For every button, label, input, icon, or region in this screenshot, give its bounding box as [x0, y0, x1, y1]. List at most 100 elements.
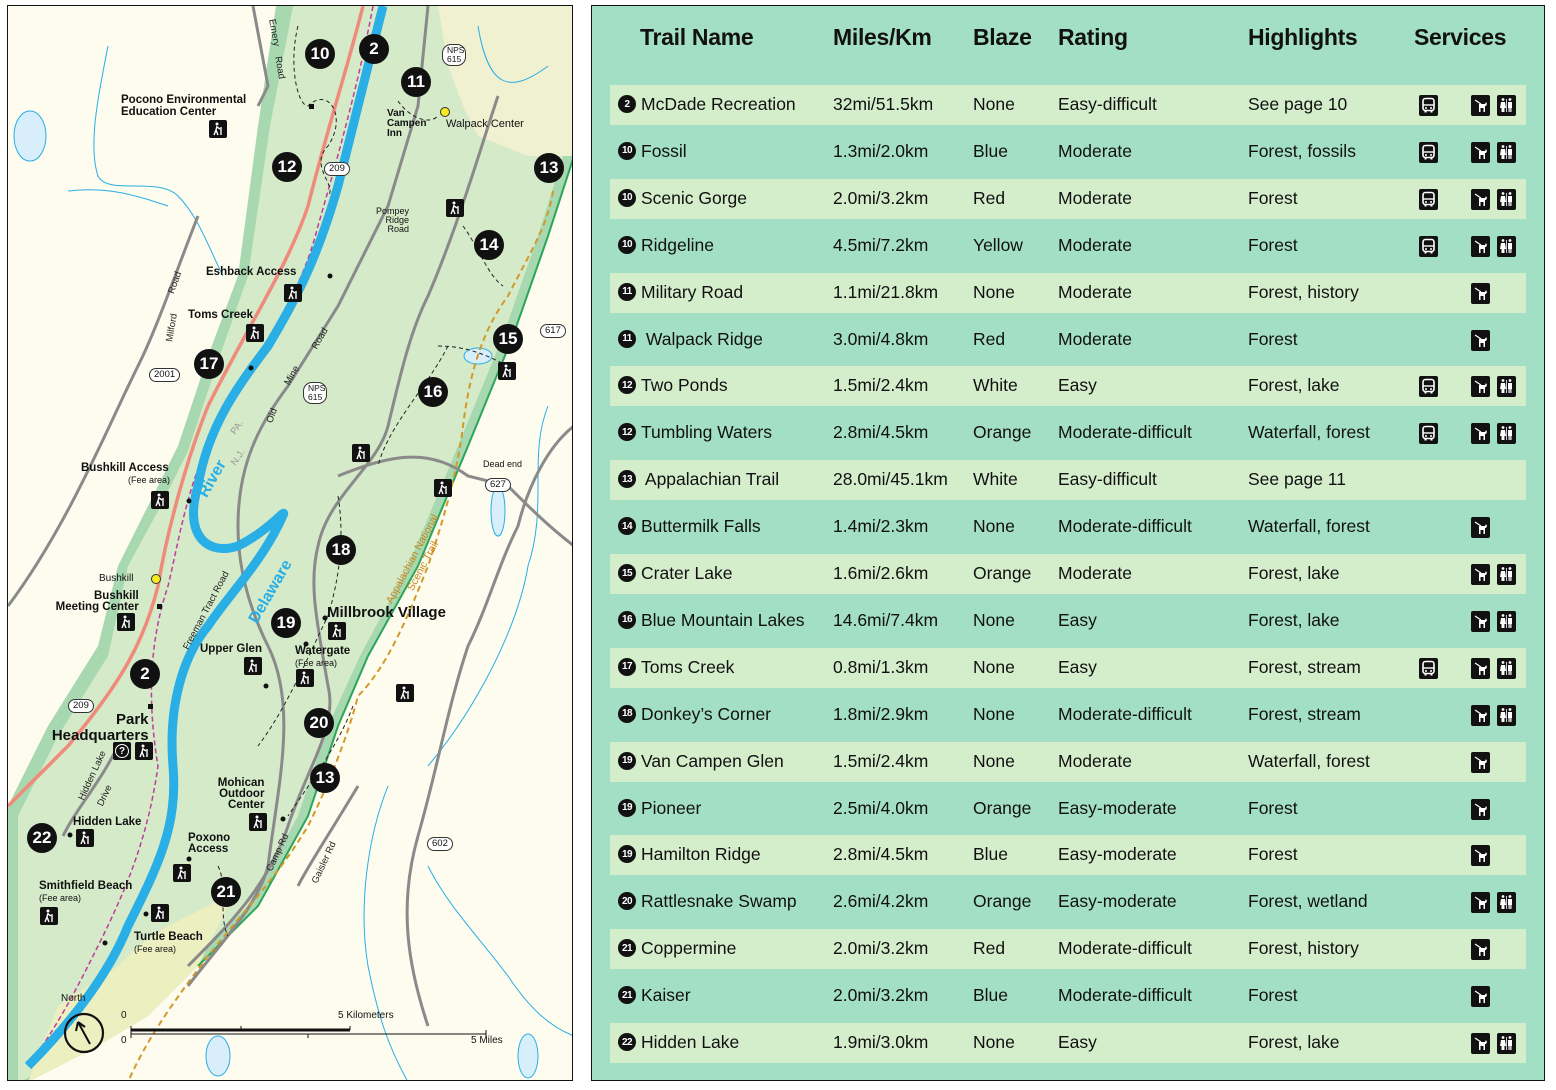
hiker-icon[interactable] [151, 904, 169, 922]
trail-marker[interactable]: 12 [272, 152, 302, 182]
trail-marker[interactable]: 13 [310, 763, 340, 793]
table-row[interactable]: 13 Appalachian Trail 28.0mi/45.1km White Ea… [610, 460, 1526, 501]
restroom-icon [1497, 188, 1516, 210]
leashed-pet-icon [1471, 704, 1490, 726]
table-row[interactable]: 22 Hidden Lake 1.9mi/3.0km None Easy Forest, … [610, 1023, 1526, 1063]
trail-distance: 1.4mi/2.3km [833, 516, 929, 537]
col-header-rating: Rating [1058, 24, 1128, 50]
trail-name: Buttermilk Falls [641, 516, 761, 537]
trail-number-badge: 11 [618, 329, 636, 348]
table-row[interactable]: 10 Scenic Gorge 2.0mi/3.2km Red Moderate Fore… [610, 178, 1526, 219]
trail-highlights: Forest, stream [1248, 656, 1361, 677]
table-row[interactable]: 10 Ridgeline 4.5mi/7.2km Yellow Moderate Fore… [610, 226, 1526, 266]
trail-name: Kaiser [641, 985, 691, 1006]
trail-marker[interactable]: 15 [493, 324, 523, 354]
col-header-highlights: Highlights [1248, 24, 1358, 50]
trail-rating: Moderate [1058, 281, 1132, 302]
trail-number-badge: 12 [618, 376, 636, 395]
trail-marker[interactable]: 11 [401, 67, 431, 97]
hiker-icon[interactable] [151, 491, 169, 509]
scale-km-zero: 0 [121, 1010, 127, 1021]
label-watergate: Watergate [295, 645, 351, 657]
hiker-icon[interactable] [434, 479, 452, 497]
hiker-icon[interactable] [284, 284, 302, 302]
hiker-icon[interactable] [173, 864, 191, 882]
table-row[interactable]: 2 McDade Recreation 32mi/51.5km None Easy-di… [610, 85, 1526, 125]
hiker-icon[interactable] [209, 120, 227, 138]
leashed-pet-icon [1471, 845, 1490, 867]
table-row[interactable]: 19 Pioneer 2.5mi/4.0km Orange Easy-moderate F… [610, 789, 1526, 829]
trail-rating: Easy [1058, 609, 1097, 630]
trail-marker[interactable]: 21 [211, 877, 241, 907]
leashed-pet-icon [1471, 329, 1490, 351]
table-row[interactable]: 19 Hamilton Ridge 2.8mi/4.5km Blue Easy-mode… [610, 835, 1526, 876]
trail-marker[interactable]: 20 [304, 708, 334, 738]
trail-blaze: Blue [973, 844, 1009, 865]
hiker-icon[interactable] [352, 444, 370, 462]
leashed-pet-icon [1471, 986, 1490, 1008]
route-shield-nps-615: NPS 615 [303, 382, 327, 404]
trail-blaze: Red [973, 187, 1006, 208]
trail-rating: Easy-moderate [1058, 891, 1177, 912]
leashed-pet-icon [1471, 939, 1490, 961]
trail-marker[interactable]: 2 [130, 659, 160, 689]
trail-rating: Easy [1058, 656, 1097, 677]
hiker-icon[interactable] [249, 813, 267, 831]
leashed-pet-icon [1471, 235, 1490, 257]
table-row[interactable]: 10 Fossil 1.3mi/2.0km Blue Moderate Forest, f… [610, 132, 1526, 172]
table-row[interactable]: 16 Blue Mountain Lakes 14.6mi/7.4km None Eas… [610, 601, 1526, 641]
trail-distance: 2.0mi/3.2km [833, 938, 929, 959]
table-row[interactable]: 20 Rattlesnake Swamp 2.6mi/4.2km Orange Easy… [610, 882, 1526, 922]
hiker-icon[interactable] [244, 657, 262, 675]
hiker-icon[interactable] [296, 669, 314, 687]
trail-highlights: Forest, lake [1248, 563, 1340, 583]
table-row[interactable]: 11 Walpack Ridge 3.0mi/4.8km Red Moderate Fo… [610, 320, 1526, 360]
trail-number-badge: 14 [618, 517, 636, 536]
restroom-icon [1497, 892, 1516, 914]
table-row[interactable]: 14 Buttermilk Falls 1.4mi/2.3km None Moderat… [610, 507, 1526, 547]
hiker-icon[interactable] [498, 362, 516, 380]
trail-marker[interactable]: 18 [326, 535, 356, 565]
table-row[interactable]: 18 Donkey’s Corner 1.8mi/2.9km None Moderate… [610, 695, 1526, 735]
trail-marker[interactable]: 2 [359, 34, 389, 64]
col-header-trail-name: Trail Name [640, 24, 754, 50]
trail-highlights: Forest [1248, 187, 1298, 208]
trail-distance: 0.8mi/1.3km [833, 656, 929, 677]
trail-highlights: Forest [1248, 328, 1298, 349]
trail-marker[interactable]: 16 [418, 377, 448, 407]
table-row[interactable]: 12 Two Ponds 1.5mi/2.4km White Easy Forest, l… [610, 366, 1526, 407]
trail-marker[interactable]: 14 [474, 230, 504, 260]
trail-distance: 1.9mi/3.0km [833, 1032, 929, 1052]
table-row[interactable]: 11 Military Road 1.1mi/21.8km None Moderate F… [610, 272, 1526, 313]
trail-marker[interactable]: 10 [305, 39, 335, 69]
trail-blaze: None [973, 1032, 1015, 1052]
hiker-icon[interactable] [76, 829, 94, 847]
trail-blaze: None [973, 516, 1015, 537]
trail-distance: 1.6mi/2.6km [833, 563, 929, 583]
hiker-icon[interactable] [135, 742, 153, 760]
information-icon[interactable]: ? [113, 742, 131, 760]
hiker-icon[interactable] [40, 907, 58, 925]
hiker-icon[interactable] [396, 684, 414, 702]
table-row[interactable]: 21 Kaiser 2.0mi/3.2km Blue Moderate-difficul… [610, 976, 1526, 1016]
restroom-icon [1497, 141, 1516, 163]
scale-km-label: 5 Kilometers [338, 1010, 394, 1021]
trail-marker[interactable]: 17 [194, 349, 224, 379]
table-row[interactable]: 17 Toms Creek 0.8mi/1.3km None Easy Forest, s… [610, 647, 1526, 688]
table-row[interactable]: 15 Crater Lake 1.6mi/2.6km Orange Moderate Fo… [610, 554, 1526, 594]
trail-highlights: Waterfall, forest [1248, 516, 1370, 537]
trail-marker[interactable]: 19 [271, 608, 301, 638]
trail-number-badge: 11 [618, 282, 636, 301]
trail-marker[interactable]: 13 [534, 153, 564, 183]
table-row[interactable]: 19 Van Campen Glen 1.5mi/2.4km None Moderate… [610, 741, 1526, 782]
bus-icon [1419, 235, 1438, 257]
hiker-icon[interactable] [328, 622, 346, 640]
table-row[interactable]: 12 Tumbling Waters 2.8mi/4.5km Orange Modera… [610, 413, 1526, 453]
hiker-icon[interactable] [117, 613, 135, 631]
table-row[interactable]: 21 Coppermine 2.0mi/3.2km Red Moderate-diffi… [610, 929, 1526, 970]
hiker-icon[interactable] [446, 199, 464, 217]
trail-name: Pioneer [641, 797, 702, 818]
trail-marker[interactable]: 22 [27, 823, 57, 853]
hiker-icon[interactable] [246, 324, 264, 342]
trail-blaze: Blue [973, 985, 1009, 1006]
